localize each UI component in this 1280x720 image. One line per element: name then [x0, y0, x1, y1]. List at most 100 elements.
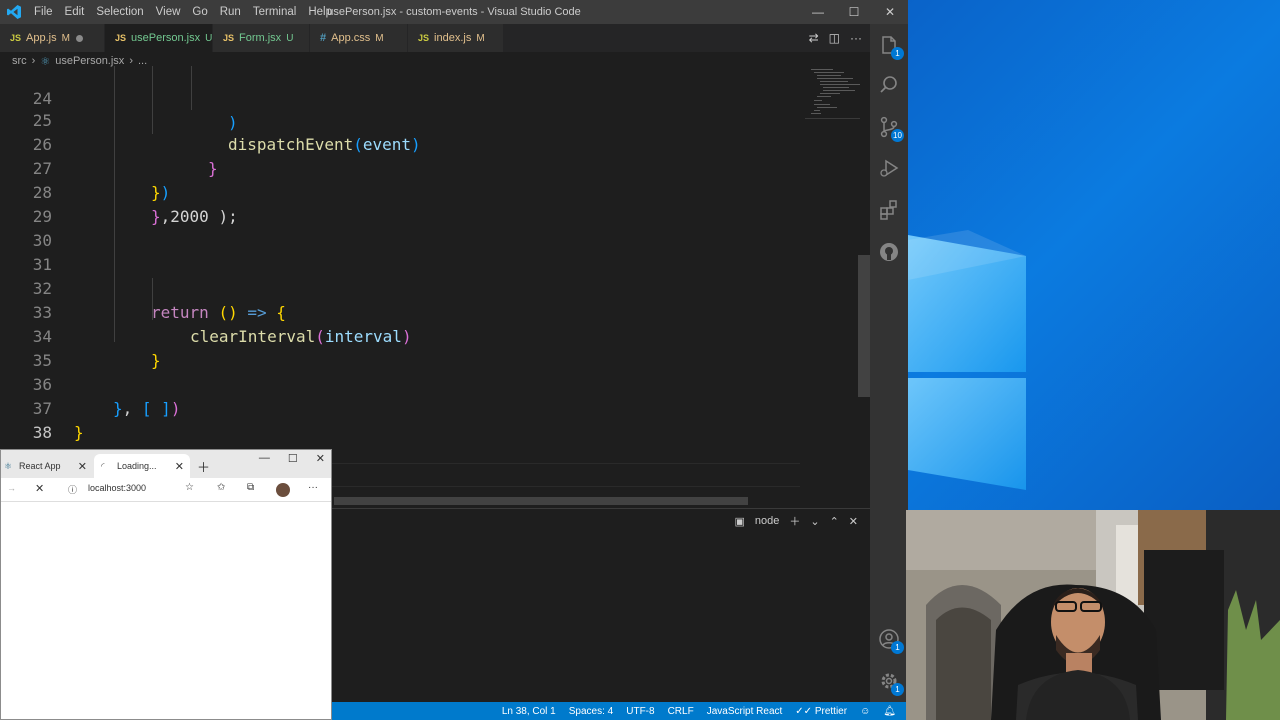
- terminal-panel[interactable]: ▣ node ＋ ⌄ ⌃ ✕: [332, 508, 870, 702]
- jsx-file-icon: JS: [115, 33, 127, 43]
- split-editor-icon[interactable]: ◫: [829, 31, 840, 45]
- vscode-logo-icon: [7, 5, 21, 19]
- browser-tab-loading[interactable]: ◜ Loading... ✕: [94, 454, 190, 478]
- more-icon[interactable]: ···: [308, 482, 318, 493]
- menu-selection[interactable]: Selection: [90, 0, 149, 24]
- tab-status: M: [375, 32, 384, 44]
- tab-label: Form.jsx: [239, 32, 282, 44]
- accounts-icon[interactable]: 1: [878, 628, 904, 654]
- collections-icon[interactable]: ⧉: [247, 482, 254, 493]
- webcam-feed: [906, 510, 1280, 720]
- source-control-badge: 10: [891, 129, 904, 142]
- menu-file[interactable]: File: [28, 0, 59, 24]
- browser-window[interactable]: ⚛ React App ✕ ◜ Loading... ✕ ＋ — ☐ ✕ → ✕…: [0, 449, 332, 720]
- accounts-badge: 1: [891, 641, 904, 654]
- close-tab-icon[interactable]: ✕: [175, 460, 184, 473]
- status-prettier[interactable]: ✓✓ Prettier: [795, 706, 847, 717]
- maximize-panel-icon[interactable]: ⌃: [830, 515, 839, 528]
- menu-terminal[interactable]: Terminal: [247, 0, 302, 24]
- tab-label: App.js: [26, 32, 57, 44]
- tab-form-jsx[interactable]: JS Form.jsx U: [213, 24, 310, 52]
- browser-tab-bar: ⚛ React App ✕ ◜ Loading... ✕ ＋ — ☐ ✕: [1, 450, 331, 478]
- loading-spinner-icon: ◜: [101, 460, 105, 471]
- close-tab-icon[interactable]: ✕: [78, 460, 87, 473]
- status-indentation[interactable]: Spaces: 4: [569, 706, 613, 717]
- source-control-icon[interactable]: 10: [878, 116, 904, 142]
- terminal-actions: ▣ node ＋ ⌄ ⌃ ✕: [734, 513, 858, 529]
- menu-run[interactable]: Run: [214, 0, 247, 24]
- status-encoding[interactable]: UTF-8: [626, 706, 654, 717]
- new-tab-button[interactable]: ＋: [197, 454, 213, 478]
- jsx-file-icon: JS: [223, 33, 235, 43]
- explorer-badge: 1: [891, 47, 904, 60]
- code-line: 35: [0, 325, 800, 370]
- terminal-selector[interactable]: node: [755, 515, 779, 527]
- close-panel-icon[interactable]: ✕: [849, 515, 858, 528]
- status-language[interactable]: JavaScript React: [707, 706, 783, 717]
- horizontal-scrollbar[interactable]: [334, 497, 748, 505]
- info-icon[interactable]: ⓘ: [68, 483, 77, 496]
- chevron-down-icon[interactable]: ⌄: [810, 515, 819, 528]
- minimap[interactable]: [805, 66, 860, 122]
- address-bar[interactable]: localhost:3000: [88, 483, 146, 493]
- open-changes-icon[interactable]: ⇄: [809, 31, 819, 45]
- favorites-icon[interactable]: ✩: [217, 482, 225, 493]
- run-debug-icon[interactable]: [878, 157, 900, 179]
- maximize-icon[interactable]: ☐: [836, 0, 872, 24]
- windows-desktop-wallpaper: [908, 0, 1280, 510]
- explorer-icon[interactable]: 1: [878, 34, 904, 60]
- github-icon[interactable]: [878, 241, 900, 263]
- menu-view[interactable]: View: [150, 0, 187, 24]
- bell-icon[interactable]: 🔔︎: [883, 706, 896, 717]
- check-double-icon: ✓✓: [795, 705, 815, 717]
- menu-help[interactable]: Help: [302, 0, 338, 24]
- code-line: 30: [0, 205, 800, 250]
- add-favorite-icon[interactable]: ☆: [185, 482, 194, 493]
- code-line: 28 },2000 );: [0, 157, 800, 226]
- window-controls: — ☐ ✕: [800, 0, 908, 24]
- extensions-icon[interactable]: [878, 199, 900, 221]
- stop-loading-icon[interactable]: ✕: [35, 482, 44, 495]
- code-line: 26 }: [0, 109, 800, 178]
- minimize-icon[interactable]: —: [800, 0, 836, 24]
- maximize-icon[interactable]: ☐: [288, 452, 298, 465]
- avatar[interactable]: [276, 483, 290, 497]
- tab-label: App.css: [331, 32, 371, 44]
- browser-tab-title: React App: [19, 461, 61, 471]
- more-actions-icon[interactable]: ···: [850, 31, 862, 45]
- code-line: 36 }, [ ]): [0, 349, 800, 418]
- tab-status: M: [61, 32, 70, 44]
- menu-edit[interactable]: Edit: [59, 0, 91, 24]
- forward-icon[interactable]: →: [7, 483, 16, 493]
- tab-index-js[interactable]: JS index.js M: [408, 24, 504, 52]
- editor-tabs: JS App.js M JS usePerson.jsx U ✕ JS Form…: [0, 24, 870, 52]
- status-eol[interactable]: CRLF: [668, 706, 694, 717]
- feedback-icon[interactable]: ☺: [860, 706, 870, 717]
- search-icon[interactable]: [878, 74, 900, 96]
- status-cursor-position[interactable]: Ln 38, Col 1: [502, 706, 556, 717]
- gear-icon[interactable]: 1: [878, 670, 904, 696]
- settings-badge: 1: [891, 683, 904, 696]
- code-line: 29: [0, 181, 800, 226]
- tab-app-js[interactable]: JS App.js M: [0, 24, 105, 52]
- code-line: 27 }): [0, 133, 800, 202]
- browser-tab-react-app[interactable]: ⚛ React App ✕: [1, 454, 93, 478]
- vertical-scrollbar[interactable]: [858, 255, 870, 397]
- editor-actions: ⇄ ◫ ···: [809, 24, 862, 52]
- tab-label: usePerson.jsx: [131, 32, 201, 44]
- code-line: 32 return () => {: [0, 253, 800, 322]
- code-line: 24 ): [0, 66, 800, 132]
- code-line: 37 }: [0, 373, 800, 442]
- menu-go[interactable]: Go: [186, 0, 213, 24]
- terminal-icon: ▣: [734, 515, 745, 528]
- minimize-icon[interactable]: —: [259, 452, 270, 465]
- tab-status: M: [476, 32, 485, 44]
- close-icon[interactable]: ✕: [872, 0, 908, 24]
- react-favicon-icon: ⚛: [4, 460, 13, 471]
- tab-app-css[interactable]: # App.css M: [310, 24, 408, 52]
- code-editor[interactable]: 24 ) 25 dispatchEvent(event) 26 } 27 }) …: [0, 66, 800, 496]
- close-icon[interactable]: ✕: [316, 452, 325, 465]
- tab-useperson-jsx[interactable]: JS usePerson.jsx U ✕: [105, 24, 228, 52]
- new-terminal-icon[interactable]: ＋: [789, 513, 800, 529]
- code-line: 38: [0, 397, 800, 442]
